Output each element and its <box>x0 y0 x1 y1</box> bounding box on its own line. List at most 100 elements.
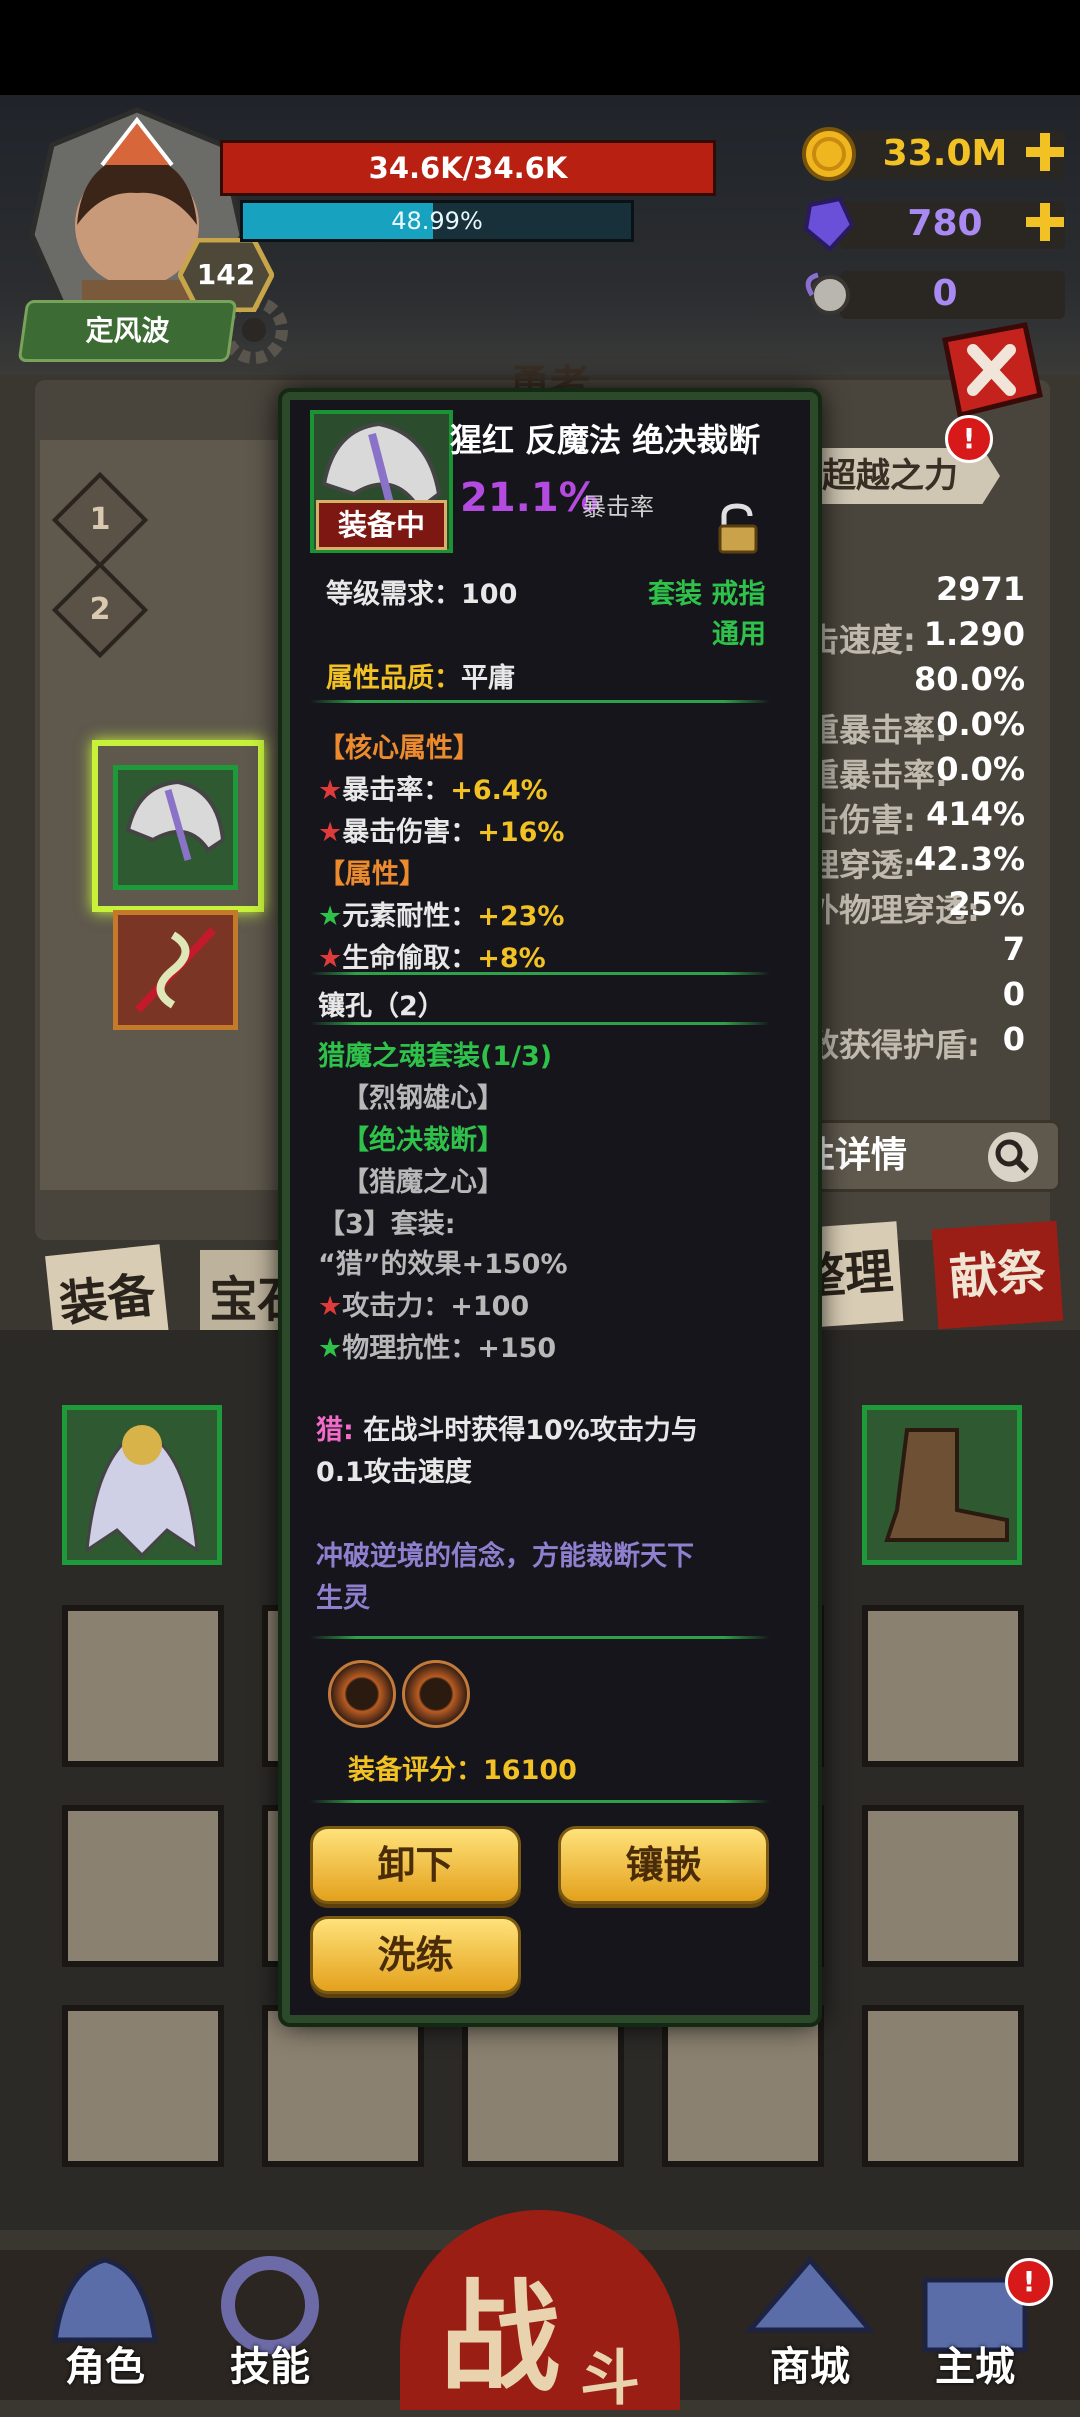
level-text: 142 <box>196 258 256 291</box>
star-icon: ★ <box>318 943 343 974</box>
ring-slot-item[interactable] <box>113 765 238 890</box>
gold-value: 33.0M <box>882 133 1008 174</box>
magnifier-icon <box>988 1132 1038 1182</box>
star-icon: ★ <box>318 1333 343 1364</box>
amulet-slot-item[interactable] <box>113 910 238 1030</box>
star-icon: ★ <box>318 817 343 848</box>
battle-sub-label: 斗 <box>580 2344 640 2414</box>
crystal-value: 780 <box>907 203 983 244</box>
core-attr-2-label: 暴击伤害： <box>342 817 478 848</box>
divider <box>310 972 770 975</box>
inventory-slot[interactable] <box>662 2005 824 2167</box>
sacrifice-button[interactable]: 献祭 <box>931 1220 1064 1330</box>
ram-skull-icon <box>805 272 850 315</box>
inventory-slot[interactable] <box>62 2005 224 2167</box>
attr-1-label: 元素耐性： <box>342 901 478 932</box>
nav-city-label: 主城 <box>935 2344 1015 2390</box>
nav-shop[interactable]: 商城 <box>740 2250 880 2400</box>
loadout-tab-2-label: 2 <box>89 592 111 627</box>
stat-value: 2971 <box>935 570 1025 608</box>
stat-value: 0 <box>1002 975 1025 1013</box>
add-crystal-plus-icon[interactable] <box>1022 199 1068 245</box>
status-bar <box>0 0 1080 95</box>
close-icon[interactable] <box>935 320 1045 420</box>
stat-value: 7 <box>1002 930 1025 968</box>
core-attr-header: 【核心属性】 <box>318 733 480 764</box>
hunt-desc-1: 猎: 在战斗时获得10%攻击力与 <box>316 1408 698 1447</box>
empty-socket-icon[interactable] <box>328 1660 396 1728</box>
divider <box>310 1022 770 1025</box>
stat-value: 0.0% <box>936 750 1025 788</box>
inlay-label: 镶嵌 <box>625 1843 702 1887</box>
inventory-slot[interactable] <box>462 2005 624 2167</box>
crystal-resource: 780 <box>800 195 1070 253</box>
inlay-button[interactable]: 镶嵌 <box>558 1826 769 1904</box>
set-bonus-3: ★物理抗性：+150 <box>318 1326 556 1365</box>
stat-value: 0.0% <box>936 705 1025 743</box>
set-piece-3: 【猎魔之心】 <box>342 1167 504 1198</box>
skull-value: 0 <box>932 273 958 314</box>
level-requirement: 等级需求：100 <box>326 579 518 610</box>
add-gold-plus-icon[interactable] <box>1022 129 1068 175</box>
slot-type: 套装 戒指 <box>648 579 766 610</box>
sockets-label: 镶孔（2） <box>318 991 445 1022</box>
slot-usage: 通用 <box>712 619 766 650</box>
super-power-alert-badge: ! <box>945 415 993 463</box>
set-name: 猎魔之魂套装(1/3) <box>318 1041 553 1072</box>
inventory-slot[interactable] <box>62 1605 224 1767</box>
star-icon: ★ <box>318 1291 343 1322</box>
inventory-slot[interactable] <box>862 2005 1024 2167</box>
star-icon: ★ <box>318 775 343 806</box>
quality-value: 平庸 <box>461 663 515 694</box>
serpent-staff-icon <box>135 927 216 1013</box>
battle-button[interactable]: 战 斗 <box>400 2210 680 2414</box>
quality-label: 属性品质： <box>326 663 461 694</box>
inventory-slot[interactable] <box>62 1805 224 1967</box>
gold-resource: 33.0M <box>800 125 1070 183</box>
inventory-slot[interactable] <box>262 2005 424 2167</box>
hp-bar: 34.6K/34.6K <box>220 140 716 196</box>
player-name: 定风波 <box>85 314 170 347</box>
set-piece-2: 【绝决裁断】 <box>342 1125 504 1156</box>
player-name-banner: 定风波 <box>17 300 238 362</box>
nav-character-label: 角色 <box>65 2344 145 2390</box>
attr-2-value: +8% <box>477 943 546 974</box>
set-piece-1: 【烈钢雄心】 <box>342 1083 504 1114</box>
nav-skills[interactable]: 技能 <box>200 2250 340 2400</box>
set-bonus-2-text: 攻击力：+100 <box>342 1291 530 1322</box>
purple-crystal-icon <box>803 196 855 252</box>
empty-socket-icon[interactable] <box>402 1660 470 1728</box>
inventory-item-cloak[interactable] <box>62 1405 222 1565</box>
unequip-label: 卸下 <box>377 1843 454 1887</box>
flavor-text-1: 冲破逆境的信念，方能裁断天下 <box>316 1541 694 1572</box>
set-bonus-header: 【3】套装: <box>318 1209 456 1240</box>
reforge-button[interactable]: 洗练 <box>310 1916 521 1994</box>
attr-1: ★元素耐性：+23% <box>318 894 564 933</box>
boots-icon <box>884 1428 1009 1542</box>
stat-value: 25% <box>948 885 1025 923</box>
flavor-text-2: 生灵 <box>316 1583 370 1614</box>
core-attr-1-value: +6.4% <box>450 775 548 806</box>
hp-text: 34.6K/34.6K <box>368 151 568 185</box>
nav-character[interactable]: 角色 <box>35 2250 175 2400</box>
lock-icon[interactable] <box>712 502 762 554</box>
attr-2: ★生命偷取：+8% <box>318 936 546 975</box>
star-icon: ★ <box>318 901 343 932</box>
stat-value: 80.0% <box>913 660 1025 698</box>
divider <box>310 700 770 703</box>
city-alert-badge: ! <box>1005 2258 1053 2306</box>
attr-2-label: 生命偷取： <box>342 943 478 974</box>
inventory-slot[interactable] <box>862 1605 1024 1767</box>
divider <box>310 1636 770 1639</box>
unequip-button[interactable]: 卸下 <box>310 1826 521 1904</box>
inventory-item-boots[interactable] <box>862 1405 1022 1565</box>
divider <box>310 1800 770 1803</box>
quality-row: 属性品质：平庸 <box>326 656 515 695</box>
inventory-slot[interactable] <box>862 1805 1024 1967</box>
set-bonus-1: “猎”的效果+150% <box>318 1249 568 1280</box>
exp-text: 48.99% <box>391 207 483 235</box>
loadout-tab-1-label: 1 <box>89 502 111 537</box>
ring-icon <box>125 779 226 861</box>
nav-skills-label: 技能 <box>230 2344 310 2390</box>
stat-value: 1.290 <box>923 615 1025 653</box>
